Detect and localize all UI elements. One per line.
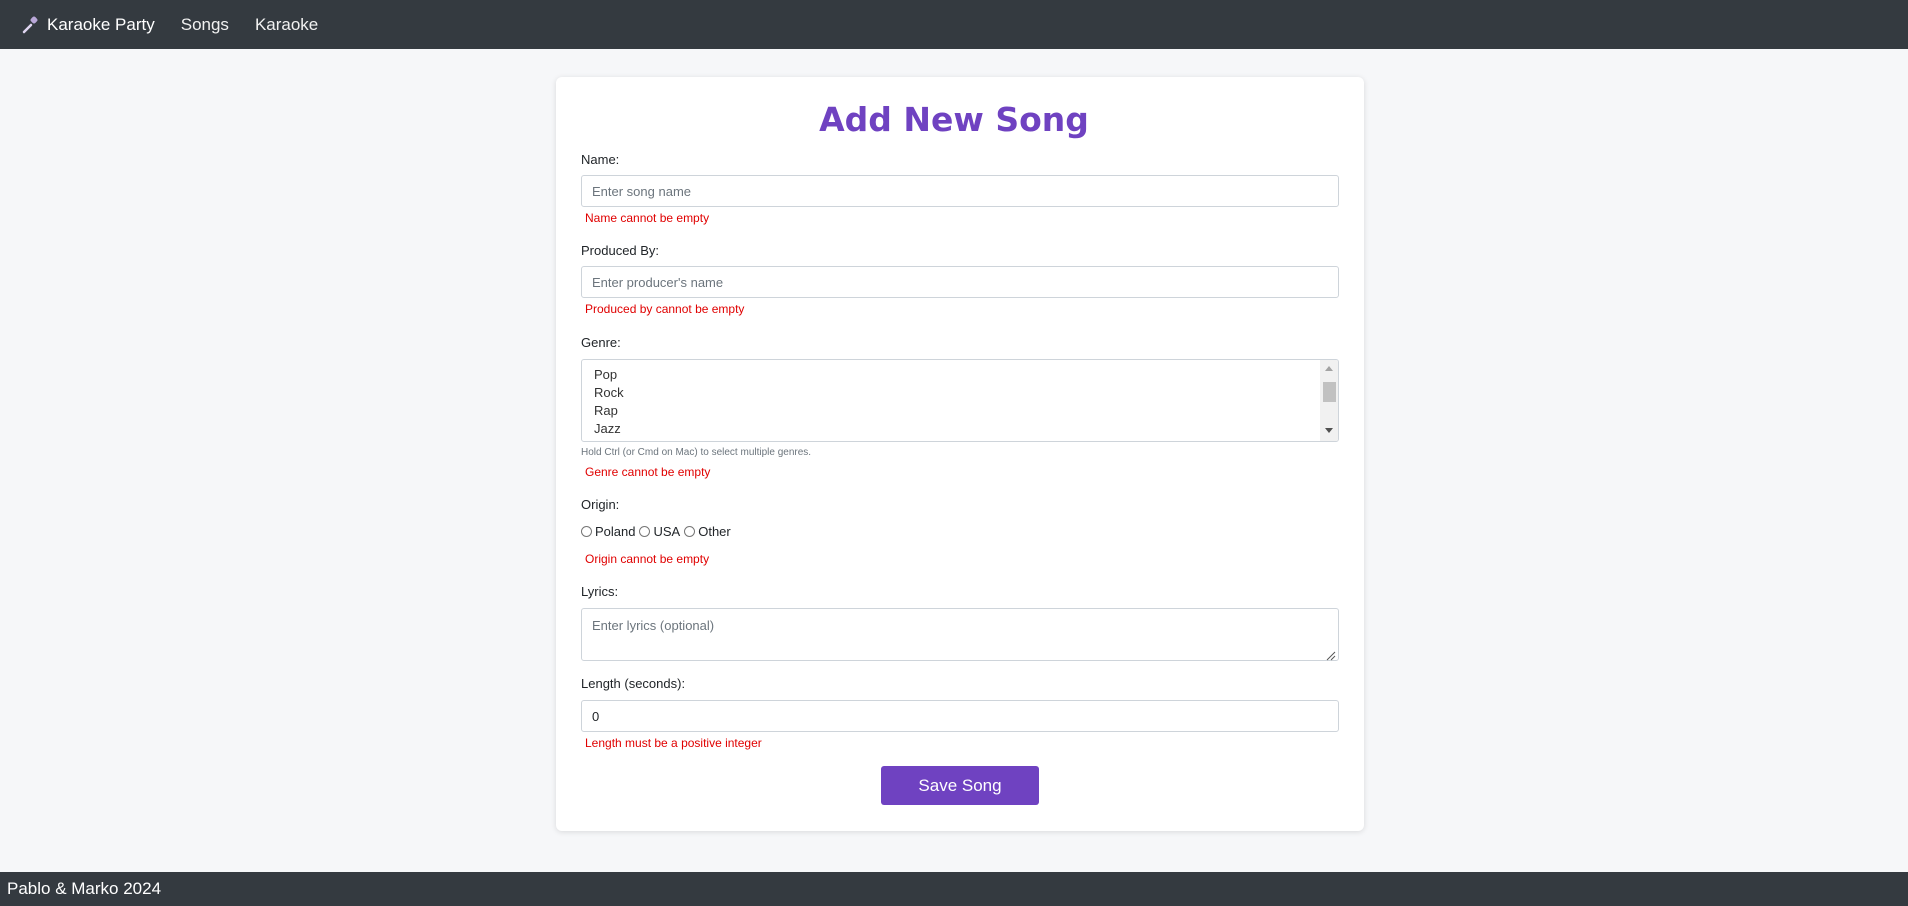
radio-other[interactable] — [684, 526, 696, 537]
produced-by-label: Produced By: — [581, 243, 660, 258]
top-navbar: Karaoke Party Songs Karaoke — [0, 0, 1908, 49]
genre-label: Genre: — [581, 335, 621, 350]
length-input[interactable] — [581, 700, 1339, 732]
scrollbar-thumb[interactable] — [1323, 382, 1336, 402]
brand-label: Karaoke Party — [47, 14, 155, 34]
scroll-down-icon[interactable] — [1325, 428, 1333, 433]
origin-radio-group: Poland USA Other — [581, 524, 735, 539]
nav-link-songs[interactable]: Songs — [181, 15, 229, 35]
origin-error: Origin cannot be empty — [585, 552, 710, 566]
footer: Pablo & Marko 2024 — [0, 872, 1908, 906]
length-label: Length (seconds): — [581, 676, 686, 691]
origin-label: Origin: — [581, 497, 620, 512]
name-input[interactable] — [581, 175, 1339, 207]
lyrics-label: Lyrics: — [581, 584, 619, 599]
producer-input[interactable] — [581, 266, 1339, 298]
footer-text: Pablo & Marko 2024 — [7, 879, 162, 898]
save-song-button[interactable]: Save Song — [881, 766, 1039, 805]
radio-usa[interactable] — [639, 526, 651, 537]
genre-option-rock[interactable]: Rock — [594, 385, 624, 400]
origin-label-usa: USA — [653, 524, 681, 539]
microphone-icon — [22, 16, 40, 34]
radio-poland[interactable] — [581, 526, 592, 537]
genre-hint: Hold Ctrl (or Cmd on Mac) to select mult… — [581, 447, 812, 458]
genre-select[interactable]: Pop Rock Rap Jazz — [581, 359, 1339, 442]
name-error: Name cannot be empty — [585, 211, 710, 225]
brand-link[interactable]: Karaoke Party — [22, 15, 155, 35]
producer-error: Produced by cannot be empty — [585, 302, 745, 316]
origin-option-poland[interactable]: Poland — [581, 524, 635, 539]
genre-option-jazz[interactable]: Jazz — [594, 421, 621, 436]
origin-option-other[interactable]: Other — [684, 524, 731, 539]
origin-option-usa[interactable]: USA — [639, 524, 680, 539]
nav-link-karaoke[interactable]: Karaoke — [255, 15, 318, 35]
name-label: Name: — [581, 152, 620, 167]
genre-option-rap[interactable]: Rap — [594, 403, 618, 418]
origin-label-other: Other — [698, 524, 731, 539]
scroll-up-icon[interactable] — [1325, 366, 1333, 371]
genre-option-pop[interactable]: Pop — [594, 367, 617, 382]
lyrics-textarea[interactable] — [581, 608, 1339, 661]
genre-error: Genre cannot be empty — [585, 465, 711, 479]
length-error: Length must be a positive integer — [585, 736, 762, 750]
page-title: Add New Song — [819, 100, 1089, 139]
genre-scrollbar[interactable] — [1320, 360, 1338, 441]
resize-grip-icon[interactable] — [1326, 648, 1336, 661]
origin-label-poland: Poland — [595, 524, 636, 539]
